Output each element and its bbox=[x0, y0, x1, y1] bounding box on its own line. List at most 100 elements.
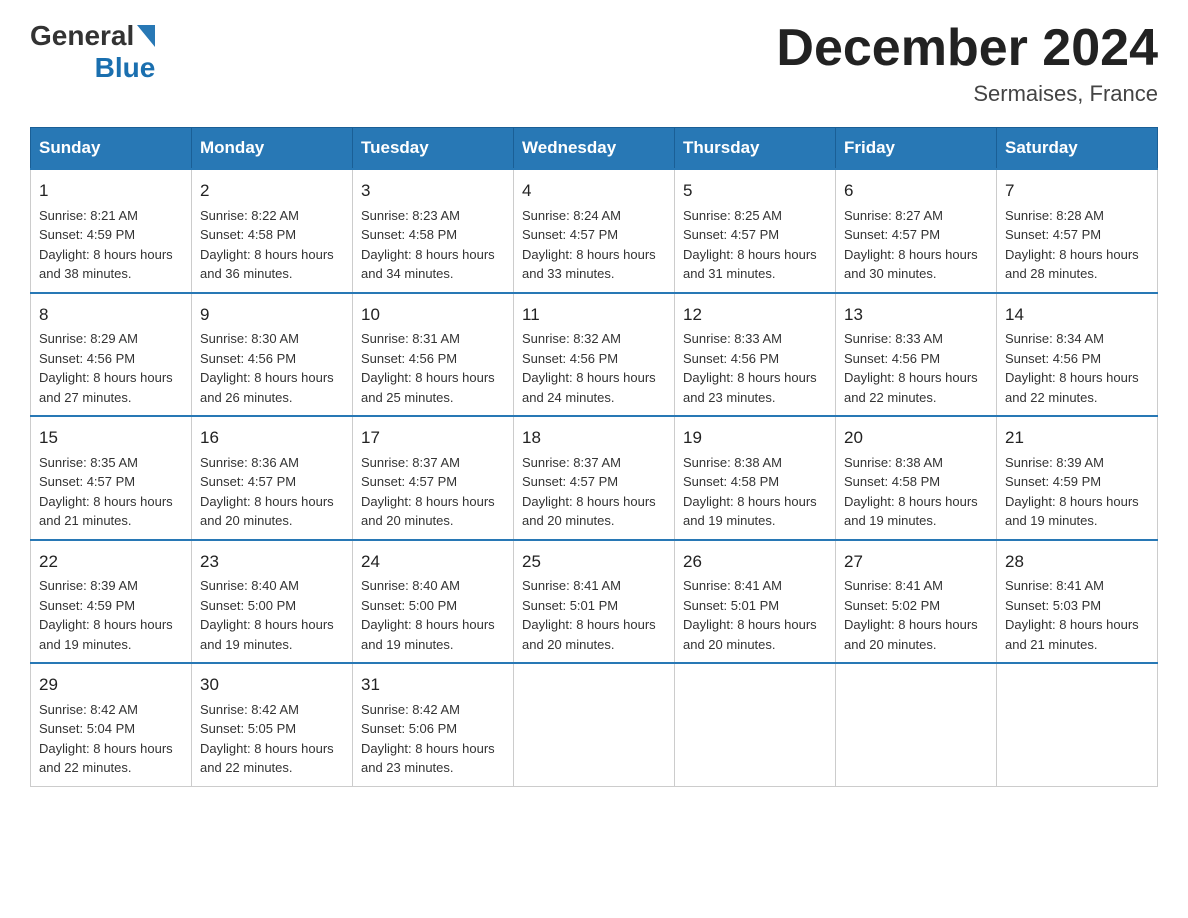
day-number: 17 bbox=[361, 425, 505, 451]
calendar-week-row: 1 Sunrise: 8:21 AMSunset: 4:59 PMDaylight… bbox=[31, 169, 1158, 293]
table-row: 18 Sunrise: 8:37 AMSunset: 4:57 PMDayligh… bbox=[514, 416, 675, 540]
day-info: Sunrise: 8:42 AMSunset: 5:05 PMDaylight:… bbox=[200, 702, 334, 776]
col-monday: Monday bbox=[192, 128, 353, 170]
table-row bbox=[997, 663, 1158, 786]
day-number: 8 bbox=[39, 302, 183, 328]
day-info: Sunrise: 8:38 AMSunset: 4:58 PMDaylight:… bbox=[844, 455, 978, 529]
table-row: 1 Sunrise: 8:21 AMSunset: 4:59 PMDaylight… bbox=[31, 169, 192, 293]
day-number: 16 bbox=[200, 425, 344, 451]
col-sunday: Sunday bbox=[31, 128, 192, 170]
day-number: 23 bbox=[200, 549, 344, 575]
day-info: Sunrise: 8:39 AMSunset: 4:59 PMDaylight:… bbox=[39, 578, 173, 652]
col-wednesday: Wednesday bbox=[514, 128, 675, 170]
day-number: 26 bbox=[683, 549, 827, 575]
day-number: 31 bbox=[361, 672, 505, 698]
table-row: 17 Sunrise: 8:37 AMSunset: 4:57 PMDayligh… bbox=[353, 416, 514, 540]
day-info: Sunrise: 8:37 AMSunset: 4:57 PMDaylight:… bbox=[361, 455, 495, 529]
day-info: Sunrise: 8:24 AMSunset: 4:57 PMDaylight:… bbox=[522, 208, 656, 282]
day-number: 5 bbox=[683, 178, 827, 204]
logo: General Blue bbox=[30, 20, 155, 84]
col-friday: Friday bbox=[836, 128, 997, 170]
day-number: 13 bbox=[844, 302, 988, 328]
day-number: 27 bbox=[844, 549, 988, 575]
calendar-week-row: 8Sunrise: 8:29 AMSunset: 4:56 PMDaylight… bbox=[31, 293, 1158, 417]
day-number: 11 bbox=[522, 302, 666, 328]
logo-blue: Blue bbox=[95, 52, 156, 84]
day-number: 7 bbox=[1005, 178, 1149, 204]
day-info: Sunrise: 8:21 AMSunset: 4:59 PMDaylight:… bbox=[39, 208, 173, 282]
table-row: 4 Sunrise: 8:24 AMSunset: 4:57 PMDaylight… bbox=[514, 169, 675, 293]
day-info: Sunrise: 8:32 AMSunset: 4:56 PMDaylight:… bbox=[522, 331, 656, 405]
col-tuesday: Tuesday bbox=[353, 128, 514, 170]
day-info: Sunrise: 8:33 AMSunset: 4:56 PMDaylight:… bbox=[683, 331, 817, 405]
table-row: 16 Sunrise: 8:36 AMSunset: 4:57 PMDayligh… bbox=[192, 416, 353, 540]
day-number: 30 bbox=[200, 672, 344, 698]
day-info: Sunrise: 8:37 AMSunset: 4:57 PMDaylight:… bbox=[522, 455, 656, 529]
day-info: Sunrise: 8:31 AMSunset: 4:56 PMDaylight:… bbox=[361, 331, 495, 405]
col-thursday: Thursday bbox=[675, 128, 836, 170]
calendar-header-row: Sunday Monday Tuesday Wednesday Thursday… bbox=[31, 128, 1158, 170]
day-number: 29 bbox=[39, 672, 183, 698]
table-row: 8Sunrise: 8:29 AMSunset: 4:56 PMDaylight… bbox=[31, 293, 192, 417]
day-info: Sunrise: 8:28 AMSunset: 4:57 PMDaylight:… bbox=[1005, 208, 1139, 282]
table-row: 2Sunrise: 8:22 AMSunset: 4:58 PMDaylight… bbox=[192, 169, 353, 293]
table-row: 27 Sunrise: 8:41 AMSunset: 5:02 PMDayligh… bbox=[836, 540, 997, 664]
logo-general: General bbox=[30, 20, 134, 52]
day-number: 2 bbox=[200, 178, 344, 204]
table-row: 22 Sunrise: 8:39 AMSunset: 4:59 PMDayligh… bbox=[31, 540, 192, 664]
day-number: 28 bbox=[1005, 549, 1149, 575]
table-row: 9Sunrise: 8:30 AMSunset: 4:56 PMDaylight… bbox=[192, 293, 353, 417]
day-info: Sunrise: 8:33 AMSunset: 4:56 PMDaylight:… bbox=[844, 331, 978, 405]
day-number: 21 bbox=[1005, 425, 1149, 451]
table-row: 11 Sunrise: 8:32 AMSunset: 4:56 PMDayligh… bbox=[514, 293, 675, 417]
table-row: 24Sunrise: 8:40 AMSunset: 5:00 PMDayligh… bbox=[353, 540, 514, 664]
table-row: 31 Sunrise: 8:42 AMSunset: 5:06 PMDayligh… bbox=[353, 663, 514, 786]
day-number: 3 bbox=[361, 178, 505, 204]
day-info: Sunrise: 8:41 AMSunset: 5:01 PMDaylight:… bbox=[522, 578, 656, 652]
day-number: 14 bbox=[1005, 302, 1149, 328]
table-row: 3Sunrise: 8:23 AMSunset: 4:58 PMDaylight… bbox=[353, 169, 514, 293]
day-info: Sunrise: 8:42 AMSunset: 5:04 PMDaylight:… bbox=[39, 702, 173, 776]
calendar-week-row: 22 Sunrise: 8:39 AMSunset: 4:59 PMDayligh… bbox=[31, 540, 1158, 664]
table-row: 15Sunrise: 8:35 AMSunset: 4:57 PMDayligh… bbox=[31, 416, 192, 540]
table-row: 30 Sunrise: 8:42 AMSunset: 5:05 PMDayligh… bbox=[192, 663, 353, 786]
col-saturday: Saturday bbox=[997, 128, 1158, 170]
day-number: 4 bbox=[522, 178, 666, 204]
day-info: Sunrise: 8:41 AMSunset: 5:01 PMDaylight:… bbox=[683, 578, 817, 652]
table-row: 5Sunrise: 8:25 AMSunset: 4:57 PMDaylight… bbox=[675, 169, 836, 293]
day-info: Sunrise: 8:30 AMSunset: 4:56 PMDaylight:… bbox=[200, 331, 334, 405]
day-info: Sunrise: 8:34 AMSunset: 4:56 PMDaylight:… bbox=[1005, 331, 1139, 405]
table-row: 23Sunrise: 8:40 AMSunset: 5:00 PMDayligh… bbox=[192, 540, 353, 664]
table-row: 13 Sunrise: 8:33 AMSunset: 4:56 PMDayligh… bbox=[836, 293, 997, 417]
table-row: 7 Sunrise: 8:28 AMSunset: 4:57 PMDaylight… bbox=[997, 169, 1158, 293]
table-row: 6Sunrise: 8:27 AMSunset: 4:57 PMDaylight… bbox=[836, 169, 997, 293]
table-row: 10 Sunrise: 8:31 AMSunset: 4:56 PMDayligh… bbox=[353, 293, 514, 417]
table-row: 26 Sunrise: 8:41 AMSunset: 5:01 PMDayligh… bbox=[675, 540, 836, 664]
day-info: Sunrise: 8:36 AMSunset: 4:57 PMDaylight:… bbox=[200, 455, 334, 529]
table-row: 29 Sunrise: 8:42 AMSunset: 5:04 PMDayligh… bbox=[31, 663, 192, 786]
table-row: 25Sunrise: 8:41 AMSunset: 5:01 PMDayligh… bbox=[514, 540, 675, 664]
day-number: 22 bbox=[39, 549, 183, 575]
page-header: General Blue December 2024 Sermaises, Fr… bbox=[30, 20, 1158, 107]
table-row: 19Sunrise: 8:38 AMSunset: 4:58 PMDayligh… bbox=[675, 416, 836, 540]
day-info: Sunrise: 8:27 AMSunset: 4:57 PMDaylight:… bbox=[844, 208, 978, 282]
day-number: 10 bbox=[361, 302, 505, 328]
table-row: 20 Sunrise: 8:38 AMSunset: 4:58 PMDayligh… bbox=[836, 416, 997, 540]
table-row: 21 Sunrise: 8:39 AMSunset: 4:59 PMDayligh… bbox=[997, 416, 1158, 540]
calendar-table: Sunday Monday Tuesday Wednesday Thursday… bbox=[30, 127, 1158, 787]
title-section: December 2024 Sermaises, France bbox=[776, 20, 1158, 107]
day-number: 15 bbox=[39, 425, 183, 451]
day-number: 18 bbox=[522, 425, 666, 451]
day-number: 19 bbox=[683, 425, 827, 451]
day-info: Sunrise: 8:42 AMSunset: 5:06 PMDaylight:… bbox=[361, 702, 495, 776]
logo-triangle-icon bbox=[137, 25, 155, 47]
table-row bbox=[514, 663, 675, 786]
day-info: Sunrise: 8:41 AMSunset: 5:02 PMDaylight:… bbox=[844, 578, 978, 652]
day-number: 20 bbox=[844, 425, 988, 451]
table-row bbox=[675, 663, 836, 786]
location: Sermaises, France bbox=[776, 81, 1158, 107]
calendar-week-row: 15Sunrise: 8:35 AMSunset: 4:57 PMDayligh… bbox=[31, 416, 1158, 540]
day-info: Sunrise: 8:39 AMSunset: 4:59 PMDaylight:… bbox=[1005, 455, 1139, 529]
day-number: 1 bbox=[39, 178, 183, 204]
day-info: Sunrise: 8:41 AMSunset: 5:03 PMDaylight:… bbox=[1005, 578, 1139, 652]
